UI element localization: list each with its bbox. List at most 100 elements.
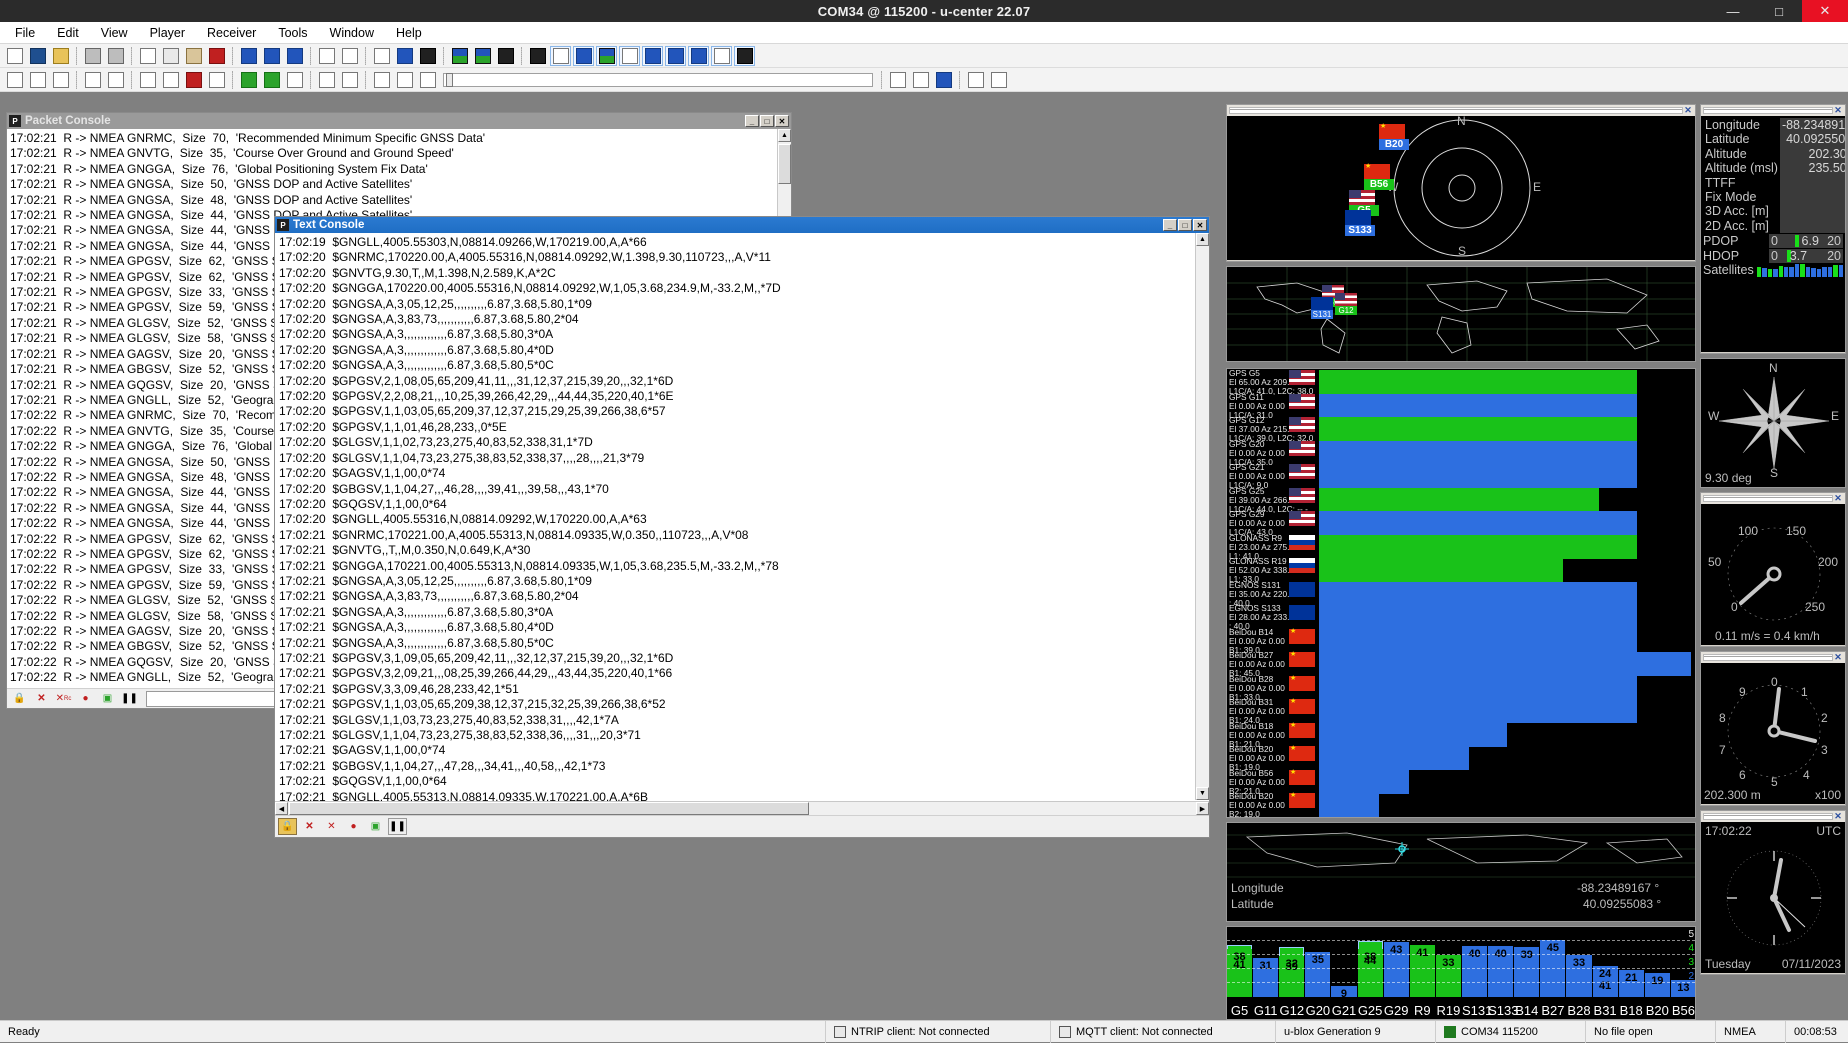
close-button[interactable]: ✕ xyxy=(1802,0,1848,22)
config-view-icon[interactable] xyxy=(261,46,282,66)
sky-view-close-icon[interactable]: ✕ xyxy=(1683,106,1693,116)
map-satellite[interactable]: G12 xyxy=(1335,293,1357,315)
scroll-thumb[interactable] xyxy=(778,144,791,184)
statistics-icon[interactable] xyxy=(371,46,392,66)
compass-panel[interactable]: N E S W 9.30 deg xyxy=(1701,359,1845,487)
text-filter-icon[interactable]: ● xyxy=(344,818,363,835)
copy-icon[interactable]: ▣ xyxy=(98,690,117,707)
satellite-detail-row[interactable]: BeiDou B20 El 0.00 Az 0.00 B1: 19.0 xyxy=(1227,745,1695,769)
baudrate-icon[interactable] xyxy=(27,70,48,90)
menu-receiver[interactable]: Receiver xyxy=(196,24,267,42)
data-view-icon[interactable] xyxy=(573,46,594,66)
chart-view-icon[interactable] xyxy=(449,46,470,66)
scroll-up-button[interactable]: ▲ xyxy=(778,129,791,142)
speed-gauge-close-icon[interactable]: ✕ xyxy=(1833,494,1843,504)
connect-icon[interactable] xyxy=(4,70,25,90)
satellite-level-chart[interactable]: GPS G5 El 65.00 Az 209.00 L1C/A: 41.0, L2C… xyxy=(1227,369,1695,817)
packet-console-close[interactable]: ✕ xyxy=(775,115,789,127)
satellite-detail-row[interactable]: GLONASS R19 El 52.00 Az 338.00 L1: 33.0 xyxy=(1227,557,1695,581)
map-satellite[interactable]: S131 xyxy=(1311,297,1333,319)
print-icon[interactable] xyxy=(82,46,103,66)
satellite-detail-row[interactable]: GPS G12 El 37.00 Az 215.00 L1C/A: 39.0, L2… xyxy=(1227,416,1695,440)
messages-icon[interactable] xyxy=(910,70,931,90)
clear-rc-icon[interactable]: ✕ Rc xyxy=(54,690,73,707)
text-console-text-area[interactable]: 17:02:19 $GNGLL,4005.55303,N,08814.09266… xyxy=(275,233,1209,817)
signal-level-bars[interactable]: 38 41 G5 31 G11 32 39 G12 35 G20 9 G21 38 44 G25 43 G29 4… xyxy=(1227,927,1695,1019)
satellite-detail-row[interactable]: EGNOS S133 El 28.00 Az 233.00: 40.0 xyxy=(1227,604,1695,628)
hscroll-right-button[interactable]: ▶ xyxy=(1196,802,1209,815)
hscroll-left-button[interactable]: ◀ xyxy=(275,802,288,815)
speed-gauge-drag-handle[interactable] xyxy=(1703,495,1833,502)
epoch-icon[interactable] xyxy=(82,70,103,90)
split-horizontal-icon[interactable] xyxy=(316,46,337,66)
step-back-icon[interactable] xyxy=(284,70,305,90)
satellite-detail-row[interactable]: GPS G21 El 0.00 Az 0.00 L1C/A: 9.0 xyxy=(1227,463,1695,487)
sky-satellite[interactable]: B56 xyxy=(1364,164,1394,190)
print-preview-icon[interactable] xyxy=(105,46,126,66)
altitude-gauge-close-icon[interactable]: ✕ xyxy=(1833,653,1843,663)
text-console-minimize[interactable]: _ xyxy=(1163,219,1177,231)
cut-icon[interactable] xyxy=(137,46,158,66)
satellite-detail-row[interactable]: EGNOS S131 El 35.00 Az 220.00: 40.0 xyxy=(1227,581,1695,605)
satellite-detail-row[interactable]: GLONASS R9 El 23.00 Az 275.00 L1: 41.0 xyxy=(1227,534,1695,558)
settings-icon[interactable] xyxy=(137,70,158,90)
open-file-icon[interactable] xyxy=(50,46,71,66)
pause-icon[interactable]: ❚❚ xyxy=(120,690,139,707)
position-data-close-icon[interactable]: ✕ xyxy=(1833,106,1843,116)
new-config-icon[interactable] xyxy=(238,46,259,66)
satellite-detail-row[interactable]: BeiDou B27 El 0.00 Az 0.00 B1: 45.0 xyxy=(1227,651,1695,675)
new-text-icon[interactable] xyxy=(284,46,305,66)
menu-help[interactable]: Help xyxy=(385,24,433,42)
filter-icon[interactable]: ● xyxy=(76,690,95,707)
eject-icon[interactable] xyxy=(160,70,181,90)
hscroll-thumb[interactable] xyxy=(289,802,809,815)
packet-console-icon[interactable] xyxy=(665,46,686,66)
menu-window[interactable]: Window xyxy=(319,24,385,42)
position-data-header[interactable]: ✕ xyxy=(1701,105,1845,116)
packet-console-minimize[interactable]: _ xyxy=(745,115,759,127)
scatter-icon[interactable] xyxy=(734,46,755,66)
text-console-titlebar[interactable]: P Text Console _ □ ✕ xyxy=(275,217,1209,233)
satellite-detail-row[interactable]: BeiDou B20 El 0.00 Az 0.00 B2: 19.0 xyxy=(1227,792,1695,816)
altitude-gauge-panel[interactable]: 0 1 2 3 4 5 6 7 8 9 202.300 m x100 xyxy=(1701,663,1845,804)
text-console-vscrollbar[interactable]: ▲ ▼ xyxy=(1195,233,1209,800)
clock-close-icon[interactable]: ✕ xyxy=(1833,812,1843,822)
legacy-icon[interactable] xyxy=(988,70,1009,90)
clock-icon[interactable] xyxy=(711,46,732,66)
menu-player[interactable]: Player xyxy=(139,24,196,42)
sky-satellite[interactable]: B20 xyxy=(1379,124,1409,150)
satellite-detail-row[interactable]: BeiDou B18 El 0.00 Az 0.00 B1: 21.0 xyxy=(1227,722,1695,746)
satellite-detail-row[interactable]: GPS G25 El 39.00 Az 266.00 L1C/A: 44.0, L2… xyxy=(1227,487,1695,511)
lock-icon[interactable]: 🔒 xyxy=(10,690,29,707)
playback-slider-thumb[interactable] xyxy=(446,73,453,87)
satellite-detail-row[interactable]: BeiDou B56 El 0.00 Az 0.00 B2: 21.0 xyxy=(1227,769,1695,793)
text-copy-icon[interactable]: ▣ xyxy=(366,818,385,835)
binary-console-icon[interactable] xyxy=(688,46,709,66)
menu-tools[interactable]: Tools xyxy=(267,24,318,42)
speed-gauge-header[interactable]: ✕ xyxy=(1701,493,1845,504)
record-icon[interactable] xyxy=(183,70,204,90)
text-clear-rc-icon[interactable]: ✕ xyxy=(322,818,341,835)
altitude-gauge-header[interactable]: ✕ xyxy=(1701,652,1845,663)
goto-start-icon[interactable] xyxy=(339,70,360,90)
text-scroll-up-button[interactable]: ▲ xyxy=(1196,233,1209,246)
text-scroll-down-button[interactable]: ▼ xyxy=(1196,787,1209,800)
deviation-map-icon[interactable] xyxy=(495,46,516,66)
sky-view-panel[interactable]: N E S W B20B56G5S133 xyxy=(1227,116,1695,260)
play-slow-icon[interactable] xyxy=(261,70,282,90)
position-data-panel[interactable]: Longitude-88.23489167 °Latitude40.092550… xyxy=(1701,116,1845,352)
satellite-detail-row[interactable]: GPS G11 El 0.00 Az 0.00 L1C/A: 31.0 xyxy=(1227,393,1695,417)
text-console-hscrollbar[interactable]: ◀ ▶ xyxy=(275,801,1209,815)
sky-view-dock-header[interactable]: ✕ xyxy=(1227,105,1695,116)
sky-view-icon[interactable] xyxy=(527,46,548,66)
maximize-button[interactable]: □ xyxy=(1756,0,1802,22)
satellite-detail-row[interactable]: BeiDou B31 El 0.00 Az 0.00 B1: 24.0 xyxy=(1227,698,1695,722)
new-document-icon[interactable] xyxy=(4,46,25,66)
text-lock-icon[interactable]: 🔒 xyxy=(278,818,297,835)
agps-icon[interactable] xyxy=(887,70,908,90)
compass-icon[interactable] xyxy=(550,46,571,66)
position-map-panel[interactable]: Longitude -88.23489167 ° Latitude 40.092… xyxy=(1227,823,1695,921)
differential-icon[interactable] xyxy=(50,70,71,90)
ntrip-icon[interactable] xyxy=(394,70,415,90)
paste-icon[interactable] xyxy=(183,46,204,66)
